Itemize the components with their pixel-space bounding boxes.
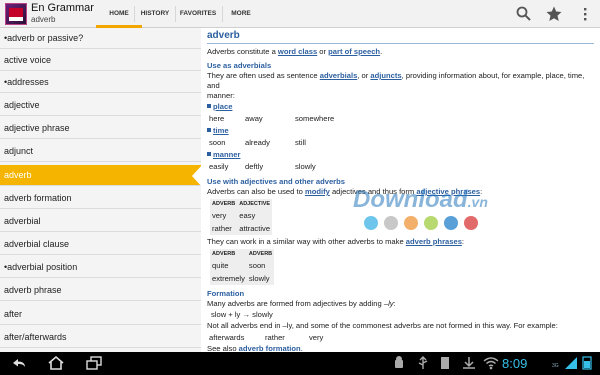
list-item[interactable]: after xyxy=(0,304,201,325)
app-logo-icon[interactable] xyxy=(5,3,27,25)
watermark-logo: Download.vn xyxy=(353,186,488,213)
word-row: afterwards rather very xyxy=(209,333,324,342)
section-heading: Formation xyxy=(207,289,245,298)
usb-icon xyxy=(418,356,428,369)
android-debug-icon xyxy=(395,356,403,368)
word-row: soon already still xyxy=(209,138,306,147)
link-adverbials[interactable]: adverbials xyxy=(320,71,358,80)
wifi-icon xyxy=(483,357,499,370)
paragraph: See also adverb formation. xyxy=(207,344,303,352)
star-icon[interactable] xyxy=(545,5,563,23)
subheading-manner[interactable]: manner xyxy=(207,149,594,160)
formation-example: slow + ly → slowly xyxy=(211,310,273,319)
list-item[interactable]: adjective xyxy=(0,95,201,116)
list-item[interactable]: adverbial clause xyxy=(0,234,201,255)
entry-intro: Adverbs constitute a word class or part … xyxy=(207,47,383,56)
tab-favorites[interactable]: FAVORITES xyxy=(176,0,220,28)
list-item[interactable]: adjective phrase xyxy=(0,118,201,139)
example-table: ADVERB ADJECTIVE very easy rather attrac… xyxy=(210,199,273,235)
search-icon[interactable] xyxy=(515,5,533,23)
section-heading: Use as adverbials xyxy=(207,61,272,70)
subheading-time[interactable]: time xyxy=(207,125,594,136)
table-header: ADJECTIVE xyxy=(239,201,271,207)
link-adverb-phrases[interactable]: adverb phrases xyxy=(406,237,462,246)
back-icon[interactable] xyxy=(10,355,28,371)
list-item[interactable]: adverb phrase xyxy=(0,280,201,301)
example-table: ADVERB ADVERB quite soon extremely slowl… xyxy=(210,249,275,285)
link-modify[interactable]: modify xyxy=(305,187,330,196)
topic-list[interactable]: •adverb or passive? active voice •addres… xyxy=(0,28,201,352)
table-row: very easy xyxy=(212,211,256,220)
sd-card-icon xyxy=(441,357,449,369)
overflow-menu-icon[interactable] xyxy=(576,5,594,23)
app-title: En Grammar xyxy=(31,2,94,14)
tab-divider xyxy=(134,6,135,22)
watermark-dots xyxy=(364,216,478,230)
selection-arrow xyxy=(192,165,201,187)
tab-history[interactable]: HISTORY xyxy=(136,0,174,28)
list-item-selected[interactable]: adverb xyxy=(0,165,201,186)
list-item[interactable]: adjunct xyxy=(0,141,201,162)
recent-apps-icon[interactable] xyxy=(85,355,103,371)
link-adverb-formation[interactable]: adverb formation xyxy=(239,344,301,352)
table-header: ADVERB xyxy=(212,201,236,207)
flag-icon xyxy=(9,8,23,17)
battery-icon xyxy=(582,356,592,370)
table-row: extremely slowly xyxy=(212,274,270,283)
app-subtitle: adverb xyxy=(31,15,56,24)
paragraph: They are often used as sentence adverbia… xyxy=(207,71,585,90)
paragraph: Not all adverbs end in –ly, and some of … xyxy=(207,321,558,330)
system-bar: 8:09 3G xyxy=(0,352,600,375)
list-item[interactable]: active voice xyxy=(0,50,201,71)
tab-more[interactable]: MORE xyxy=(226,0,256,28)
signal-icon xyxy=(565,357,577,369)
table-header: ADVERB xyxy=(212,251,236,257)
download-icon xyxy=(463,357,475,369)
link-adjuncts[interactable]: adjuncts xyxy=(370,71,401,80)
table-header: ADVERB xyxy=(248,251,273,257)
clock[interactable]: 8:09 xyxy=(502,356,527,371)
network-type: 3G xyxy=(552,363,559,369)
word-row: easily deftly slowly xyxy=(209,162,316,171)
list-item[interactable]: •adverb or passive? xyxy=(0,28,201,49)
word-row: here away somewhere xyxy=(209,114,335,123)
divider xyxy=(207,43,594,44)
list-item[interactable]: •adverbial position xyxy=(0,257,201,278)
link-part-of-speech[interactable]: part of speech xyxy=(328,47,380,56)
paragraph: manner: xyxy=(207,91,235,100)
paragraph: Many adverbs are formed from adjectives … xyxy=(207,299,396,308)
paragraph: They can work in a similar way with othe… xyxy=(207,237,465,246)
subheading-place[interactable]: place xyxy=(207,101,594,112)
list-item[interactable]: •addresses xyxy=(0,72,201,93)
table-row: rather attractive xyxy=(212,224,271,233)
home-icon[interactable] xyxy=(47,355,65,371)
tab-divider xyxy=(222,6,223,22)
entry-title: adverb xyxy=(207,30,240,41)
table-row: quite soon xyxy=(212,261,266,270)
link-word-class[interactable]: word class xyxy=(278,47,317,56)
list-item[interactable]: adverb formation xyxy=(0,188,201,209)
list-item[interactable]: adverbial xyxy=(0,211,201,232)
list-item[interactable]: after/afterwards xyxy=(0,327,201,348)
action-bar: En Grammar adverb HOME HISTORY FAVORITES… xyxy=(0,0,600,28)
